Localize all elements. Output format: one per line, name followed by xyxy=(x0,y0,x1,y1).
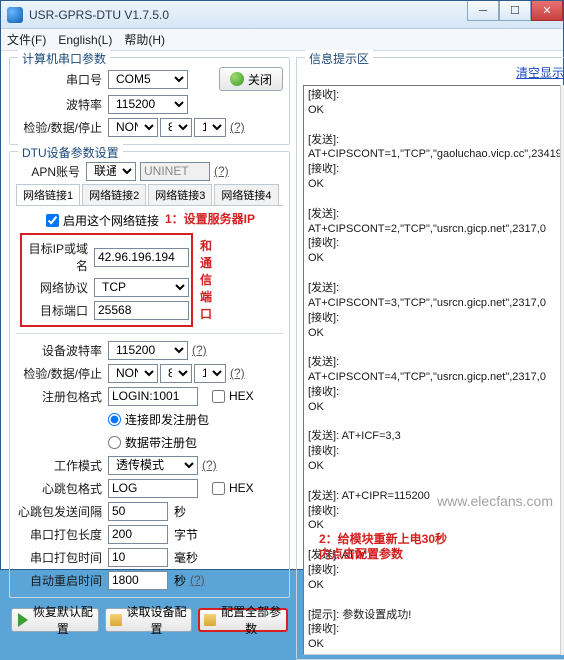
heartbeat-interval-input[interactable] xyxy=(108,502,168,521)
close-serial-button[interactable]: 关闭 xyxy=(219,67,283,91)
radio-data[interactable] xyxy=(108,436,121,449)
hex-checkbox2[interactable] xyxy=(212,482,225,495)
tab-net1[interactable]: 网络链接1 xyxy=(16,184,80,205)
apn-label: APN账号 xyxy=(16,163,86,180)
clear-link[interactable]: 清空显示区 xyxy=(516,64,564,81)
dev-baud-label: 设备波特率 xyxy=(16,342,108,359)
folder-icon xyxy=(110,614,122,626)
radio-connect-label: 连接即发注册包 xyxy=(125,411,209,428)
help-link[interactable]: (?) xyxy=(202,458,217,472)
radio-data-label: 数据带注册包 xyxy=(125,434,197,451)
apn-input[interactable] xyxy=(140,162,210,181)
reg-label: 注册包格式 xyxy=(16,388,108,405)
tab-net2[interactable]: 网络链接2 xyxy=(82,184,146,205)
dtu-group: DTU设备参数设置 APN账号 联通 (?) 网络链接1 网络链接2 网络链接3… xyxy=(9,151,290,598)
databits-select[interactable]: 8 xyxy=(160,118,192,137)
mode-select[interactable]: 透传模式 xyxy=(108,456,198,475)
titlebar[interactable]: USR-GPRS-DTU V1.7.5.0 ─ ☐ ✕ xyxy=(1,1,563,29)
dev-data-select[interactable]: 8 xyxy=(160,364,192,383)
folder-icon xyxy=(204,614,216,626)
reg-input[interactable] xyxy=(108,387,198,406)
radio-connect[interactable] xyxy=(108,413,121,426)
help-link[interactable]: (?) xyxy=(230,120,245,134)
dev-baud-select[interactable]: 115200 xyxy=(108,341,188,360)
port-select[interactable]: COM5 xyxy=(108,70,188,89)
baud-select[interactable]: 115200 xyxy=(108,95,188,114)
heart-label: 心跳包格式 xyxy=(16,480,108,497)
info-legend: 信息提示区 xyxy=(305,50,373,67)
serial-legend: 计算机串口参数 xyxy=(18,50,110,67)
help-link[interactable]: (?) xyxy=(230,366,245,380)
proto-label: 网络协议 xyxy=(24,279,94,296)
packet-len-input[interactable] xyxy=(108,525,168,544)
apn-op-select[interactable]: 联通 xyxy=(86,162,136,181)
check-label: 检验/数据/停止 xyxy=(16,119,108,136)
close-button[interactable]: ✕ xyxy=(531,1,563,21)
anno1b: 和通信端口 xyxy=(200,237,212,322)
parity-select[interactable]: NONE xyxy=(108,118,158,137)
app-icon xyxy=(7,7,23,23)
read-button[interactable]: 读取设备配置 xyxy=(105,608,193,632)
hint-label: 心跳包发送间隔 xyxy=(16,503,108,520)
packet-time-input[interactable] xyxy=(108,548,168,567)
serial-group: 计算机串口参数 串口号 COM5 关闭 波特率 115200 检验/数据/停止 xyxy=(9,57,290,145)
dtu-legend: DTU设备参数设置 xyxy=(18,144,123,161)
tab-net3[interactable]: 网络链接3 xyxy=(148,184,212,205)
enable-net-checkbox[interactable] xyxy=(46,214,59,227)
maximize-button[interactable]: ☐ xyxy=(499,1,531,21)
restore-icon xyxy=(16,613,28,627)
anno1: 1：设置服务器IP xyxy=(165,210,255,227)
menu-file[interactable]: 文件(F) xyxy=(7,31,46,48)
pkt-label: 串口打包时间 xyxy=(16,549,108,566)
help-link[interactable]: (?) xyxy=(214,164,229,178)
restart-label: 自动重启时间 xyxy=(16,572,108,589)
port-label: 目标端口 xyxy=(24,302,94,319)
dev-check-label: 检验/数据/停止 xyxy=(16,365,108,382)
dev-parity-select[interactable]: NONE xyxy=(108,364,158,383)
len-label: 串口打包长度 xyxy=(16,526,108,543)
ip-label: 目标IP或域名 xyxy=(24,240,94,274)
tab-net4[interactable]: 网络链接4 xyxy=(214,184,278,205)
menu-help[interactable]: 帮助(H) xyxy=(124,31,165,48)
watermark: www.elecfans.com xyxy=(437,493,553,509)
heart-input[interactable] xyxy=(108,479,198,498)
window-title: USR-GPRS-DTU V1.7.5.0 xyxy=(29,8,169,22)
enable-net-label: 启用这个网络链接 xyxy=(63,212,159,229)
menu-english[interactable]: English(L) xyxy=(58,33,112,47)
config-button[interactable]: 配置全部参数 xyxy=(198,608,288,632)
check-icon xyxy=(230,72,244,86)
restart-input[interactable] xyxy=(108,571,168,590)
restore-button[interactable]: 恢复默认配置 xyxy=(11,608,99,632)
menubar: 文件(F) English(L) 帮助(H) xyxy=(1,29,563,51)
anno2: 2：给模块重新上电30秒 内点击配置参数 xyxy=(319,532,447,563)
ip-input[interactable] xyxy=(94,248,189,267)
hex-checkbox[interactable] xyxy=(212,390,225,403)
proto-select[interactable]: TCP xyxy=(94,278,189,297)
network-tabs: 网络链接1 网络链接2 网络链接3 网络链接4 xyxy=(16,184,283,206)
dev-stop-select[interactable]: 1 xyxy=(194,364,226,383)
port-label: 串口号 xyxy=(16,71,108,88)
port-input[interactable] xyxy=(94,301,189,320)
baud-label: 波特率 xyxy=(16,96,108,113)
minimize-button[interactable]: ─ xyxy=(467,1,499,21)
help-link[interactable]: (?) xyxy=(190,573,205,587)
close-label: 关闭 xyxy=(248,71,272,88)
mode-label: 工作模式 xyxy=(16,457,108,474)
stopbits-select[interactable]: 1 xyxy=(194,118,226,137)
help-link[interactable]: (?) xyxy=(192,343,207,357)
